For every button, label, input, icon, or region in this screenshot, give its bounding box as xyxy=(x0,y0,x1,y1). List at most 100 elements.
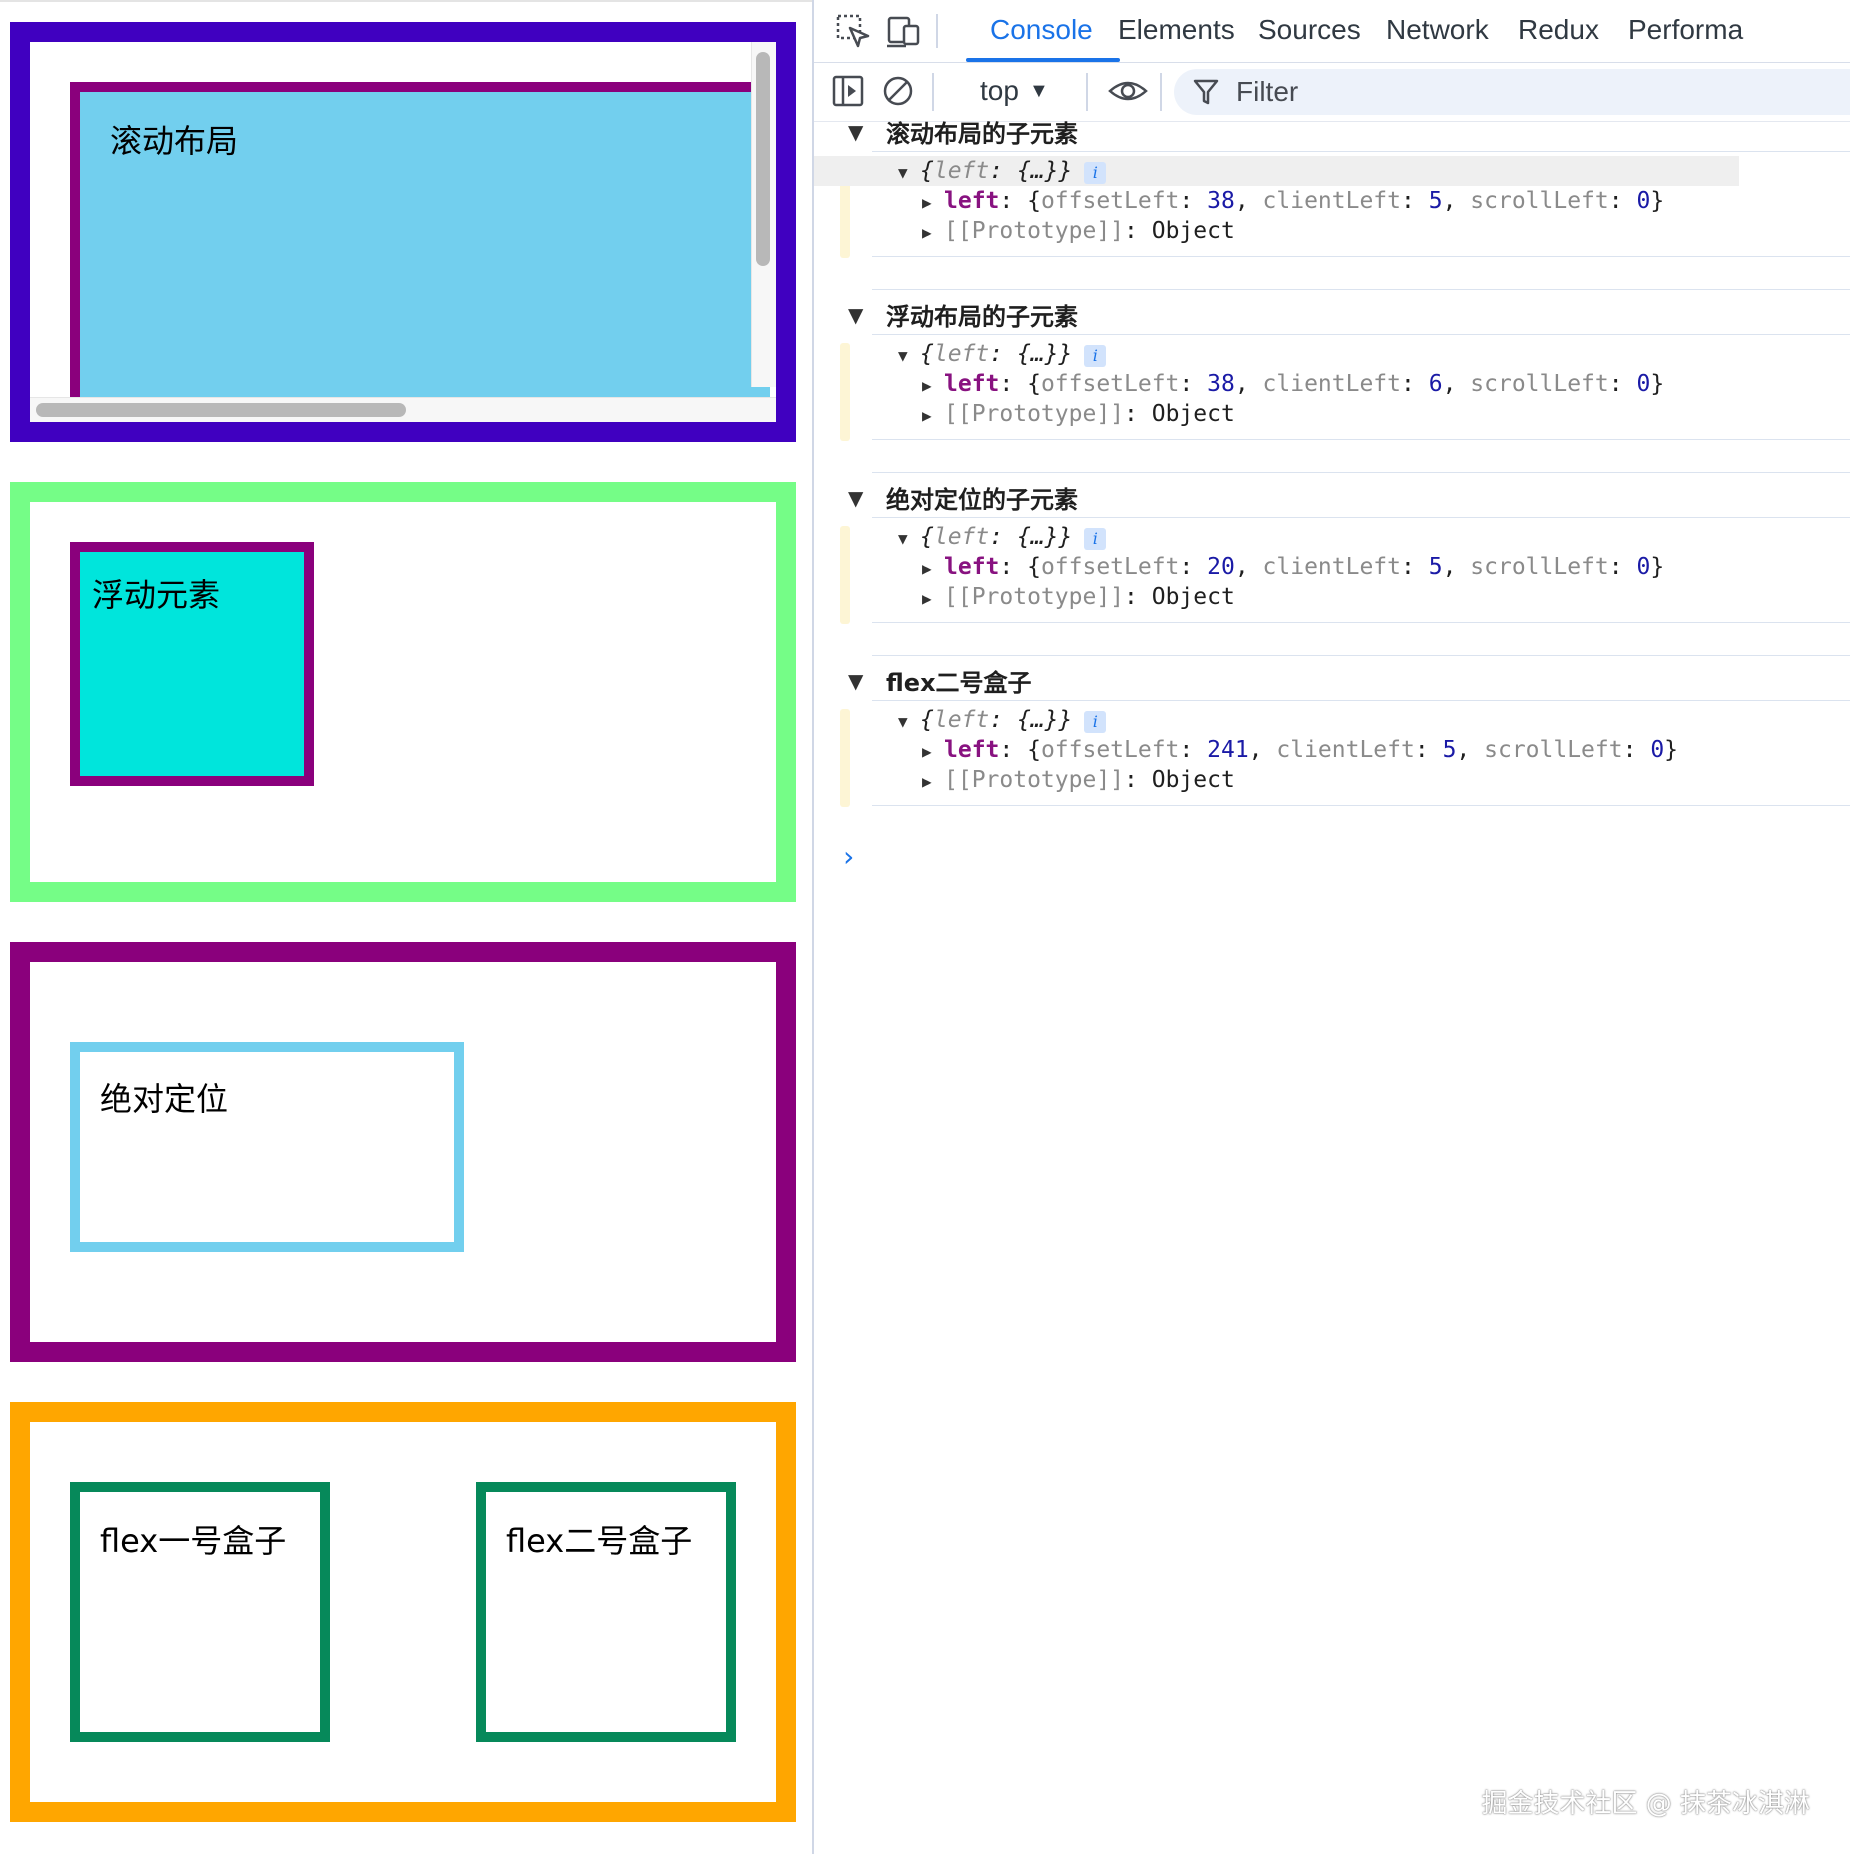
expand-triangle-right-icon[interactable]: ▶ xyxy=(922,223,944,242)
expand-triangle-right-icon[interactable]: ▶ xyxy=(922,406,944,425)
vertical-scrollbar[interactable] xyxy=(751,42,776,387)
device-toolbar-icon[interactable] xyxy=(884,12,924,52)
expand-triangle-icon[interactable]: ▼ xyxy=(898,712,920,731)
toolbar-separator xyxy=(932,73,934,111)
expand-triangle-icon[interactable]: ▼ xyxy=(848,120,863,144)
expand-triangle-right-icon[interactable]: ▶ xyxy=(922,742,944,761)
console-group-header[interactable]: ▼ 浮动布局的子元素 xyxy=(814,289,1850,335)
group-divider xyxy=(872,655,1850,656)
console-group-title: flex二号盒子 xyxy=(886,669,1032,697)
clientleft-key: clientLeft xyxy=(1276,737,1415,763)
tabbar-separator xyxy=(936,14,938,48)
flex-layout-container: flex一号盒子 flex二号盒子 xyxy=(10,1402,796,1822)
object-preview-value: {…} xyxy=(1016,341,1059,367)
object-preview-key: left xyxy=(933,158,990,184)
console-prompt[interactable]: › xyxy=(840,840,857,873)
prototype-key: [[Prototype]] xyxy=(944,584,1125,610)
console-group-header[interactable]: ▼ 绝对定位的子元素 xyxy=(814,472,1850,518)
prototype-key: [[Prototype]] xyxy=(944,767,1125,793)
scrollleft-key: scrollLeft xyxy=(1470,371,1609,397)
scrollleft-value: 0 xyxy=(1636,554,1651,580)
expand-triangle-icon[interactable]: ▼ xyxy=(848,486,863,510)
info-icon[interactable]: i xyxy=(1084,528,1107,550)
rendered-page: 滚动布局 浮动元素 绝对定位 flex一号盒子 flex二号盒子 xyxy=(0,0,812,1854)
horizontal-scrollbar[interactable] xyxy=(30,397,776,422)
object-preview: {left: {…}} xyxy=(920,158,1073,184)
expand-triangle-icon[interactable]: ▼ xyxy=(898,529,920,548)
dropdown-caret-icon: ▼ xyxy=(1028,80,1049,102)
scrollleft-key: scrollLeft xyxy=(1484,737,1623,763)
object-preview-value: {…} xyxy=(1016,158,1059,184)
flex-box-one-label: flex一号盒子 xyxy=(100,1522,287,1560)
float-element-label: 浮动元素 xyxy=(92,576,221,614)
expand-triangle-right-icon[interactable]: ▶ xyxy=(922,193,944,212)
clientleft-key: clientLeft xyxy=(1262,554,1402,580)
console-group-header[interactable]: ▼ 滚动布局的子元素 xyxy=(814,108,1850,152)
absolute-element: 绝对定位 xyxy=(70,1042,464,1252)
expand-triangle-icon[interactable]: ▼ xyxy=(898,163,920,182)
group-indent-bar xyxy=(840,709,850,807)
clear-console-icon[interactable] xyxy=(878,71,918,111)
prototype-value: Object xyxy=(1151,767,1235,793)
group-divider xyxy=(872,439,1850,440)
live-expression-eye-icon[interactable] xyxy=(1108,71,1148,111)
expand-triangle-right-icon[interactable]: ▶ xyxy=(922,772,944,791)
context-selector[interactable]: top ▼ xyxy=(980,75,1049,107)
group-divider xyxy=(872,805,1850,806)
inspect-element-icon[interactable] xyxy=(834,12,874,52)
expand-triangle-right-icon[interactable]: ▶ xyxy=(922,559,944,578)
scrollleft-value: 0 xyxy=(1636,188,1651,214)
offsetleft-value: 241 xyxy=(1207,737,1249,763)
object-preview-key: left xyxy=(933,524,990,550)
flex-box-two-label: flex二号盒子 xyxy=(506,1522,693,1560)
tab-performance[interactable]: Performa xyxy=(1628,14,1743,46)
clientleft-value: 5 xyxy=(1428,188,1443,214)
group-indent-bar xyxy=(840,343,850,441)
info-icon[interactable]: i xyxy=(1084,162,1107,184)
info-icon[interactable]: i xyxy=(1084,711,1107,733)
tab-network[interactable]: Network xyxy=(1386,14,1489,46)
group-divider xyxy=(872,472,1850,473)
info-icon[interactable]: i xyxy=(1084,345,1107,367)
offsetleft-value: 20 xyxy=(1207,554,1235,580)
property-name: left xyxy=(944,371,1000,397)
expand-triangle-icon[interactable]: ▼ xyxy=(848,303,863,327)
clientleft-key: clientLeft xyxy=(1262,188,1402,214)
watermark: 掘金技术社区 @ 抹茶冰淇淋 xyxy=(1481,1789,1810,1819)
active-tab-indicator xyxy=(966,58,1120,62)
group-divider xyxy=(872,151,1850,152)
vertical-scrollbar-thumb[interactable] xyxy=(756,52,770,266)
expand-triangle-right-icon[interactable]: ▶ xyxy=(922,589,944,608)
console-group-title: 浮动布局的子元素 xyxy=(886,303,1078,331)
toolbar-separator xyxy=(1160,73,1162,111)
tab-console[interactable]: Console xyxy=(990,14,1093,46)
float-element: 浮动元素 xyxy=(70,542,314,786)
expand-triangle-right-icon[interactable]: ▶ xyxy=(922,376,944,395)
filter-funnel-icon xyxy=(1193,79,1219,105)
object-preview: {left: {…}} xyxy=(920,341,1073,367)
object-preview-value: {…} xyxy=(1016,707,1059,733)
prototype-value: Object xyxy=(1151,401,1235,427)
group-divider xyxy=(872,289,1850,290)
property-name: left xyxy=(944,737,1000,763)
clientleft-key: clientLeft xyxy=(1262,371,1402,397)
object-preview-line[interactable]: ▼ {left: {…}} i xyxy=(814,156,1739,186)
scroll-layout-child: 滚动布局 xyxy=(70,82,770,402)
tab-redux[interactable]: Redux xyxy=(1518,14,1599,46)
object-preview-value: {…} xyxy=(1016,524,1059,550)
devtools-panel: Console Elements Sources Network Redux P… xyxy=(812,0,1850,1854)
offsetleft-key: offsetLeft xyxy=(1040,371,1180,397)
expand-triangle-icon[interactable]: ▼ xyxy=(898,346,920,365)
tab-sources[interactable]: Sources xyxy=(1258,14,1361,46)
offsetleft-value: 38 xyxy=(1207,188,1235,214)
scrollleft-value: 0 xyxy=(1636,371,1651,397)
console-group-title: 绝对定位的子元素 xyxy=(886,486,1078,514)
sidebar-toggle-icon[interactable] xyxy=(828,71,868,111)
tab-elements[interactable]: Elements xyxy=(1118,14,1235,46)
expand-triangle-icon[interactable]: ▼ xyxy=(848,669,863,693)
horizontal-scrollbar-thumb[interactable] xyxy=(36,403,406,417)
group-divider xyxy=(872,256,1850,257)
scroll-layout-container[interactable]: 滚动布局 xyxy=(10,22,796,442)
offsetleft-key: offsetLeft xyxy=(1040,554,1180,580)
console-group-header[interactable]: ▼ flex二号盒子 xyxy=(814,655,1850,701)
